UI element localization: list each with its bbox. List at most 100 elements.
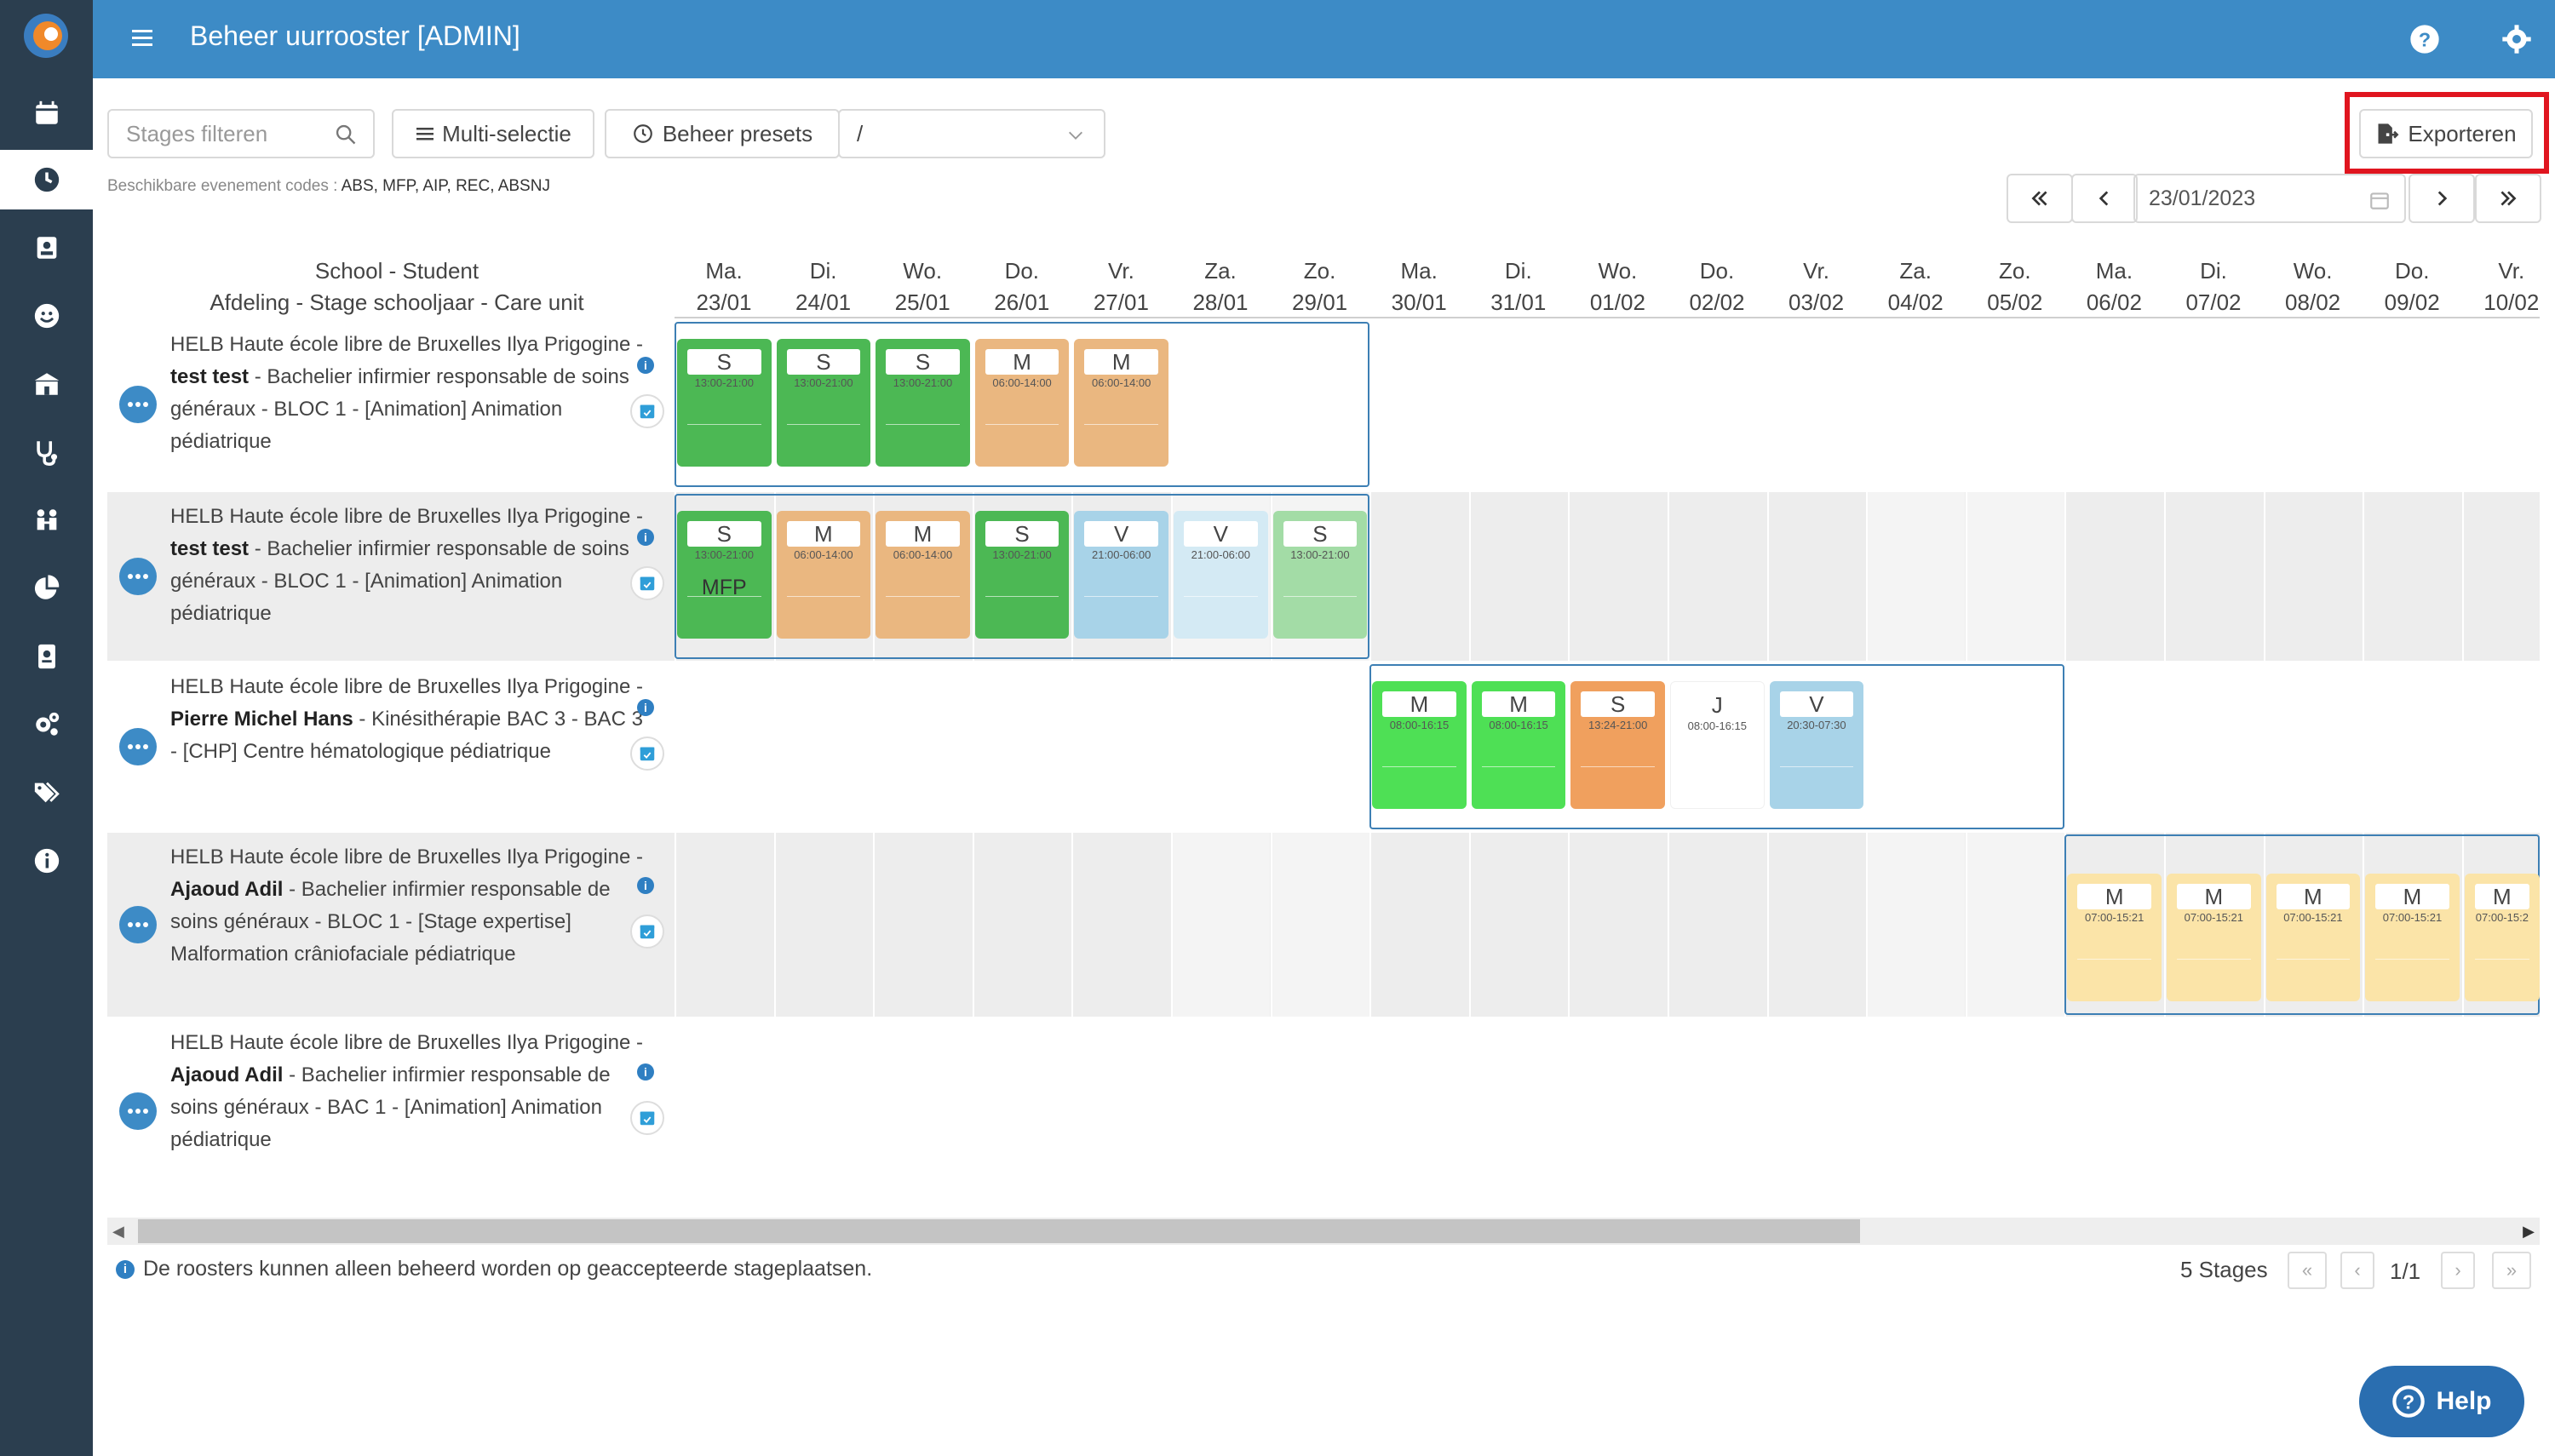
row-actions-button[interactable] bbox=[119, 728, 157, 765]
shift-cell[interactable]: V 21:00-06:00 bbox=[1174, 511, 1268, 639]
calendar-check-icon bbox=[640, 1111, 655, 1126]
day-header: Za. 04/02 bbox=[1866, 255, 1965, 318]
sidebar-item-schools[interactable] bbox=[0, 354, 93, 414]
help-button[interactable]: ? Help bbox=[2359, 1366, 2524, 1437]
day-header: Wo. 08/02 bbox=[2264, 255, 2363, 318]
shift-cell[interactable]: V 20:30-07:30 bbox=[1769, 681, 1864, 809]
row-info-icon[interactable]: i bbox=[637, 699, 654, 716]
shift-cell[interactable]: M 07:00-15:21 bbox=[2167, 874, 2261, 1001]
chevron-right-icon: › bbox=[2455, 1259, 2461, 1281]
last-page-button[interactable]: » bbox=[2492, 1252, 2531, 1289]
sidebar-item-tags[interactable] bbox=[0, 763, 93, 823]
chevron-down-icon bbox=[1069, 131, 1082, 140]
multi-select-button[interactable]: Multi-selectie bbox=[392, 109, 594, 158]
shift-cell[interactable]: M 08:00-16:15 bbox=[1372, 681, 1467, 809]
shift-cell[interactable]: V 21:00-06:00 bbox=[1074, 511, 1168, 639]
sidebar-item-settings[interactable] bbox=[0, 695, 93, 754]
date-field[interactable]: 23/01/2023 bbox=[2133, 174, 2406, 223]
shift-cell[interactable]: M 07:00-15:2 bbox=[2464, 874, 2540, 1001]
row-info-icon[interactable]: i bbox=[637, 357, 654, 374]
row-separator: - bbox=[249, 365, 267, 388]
shift-time: 07:00-15:21 bbox=[2084, 911, 2144, 924]
shift-cell[interactable]: M 07:00-15:21 bbox=[2067, 874, 2162, 1001]
scroll-left-arrow-icon[interactable]: ◀ bbox=[112, 1223, 124, 1241]
row-calendar-button[interactable] bbox=[630, 914, 664, 949]
sidebar-item-info[interactable] bbox=[0, 831, 93, 891]
shift-cell[interactable]: S 13:00-21:00 MFP bbox=[677, 511, 772, 639]
column-divider bbox=[1866, 492, 1869, 661]
row-info-icon[interactable]: i bbox=[637, 529, 654, 546]
shift-cell[interactable]: M 06:00-14:00 bbox=[1074, 339, 1168, 467]
sidebar-item-schedule[interactable] bbox=[0, 150, 93, 209]
shift-cell[interactable]: M 06:00-14:00 bbox=[776, 511, 871, 639]
sidebar-item-care[interactable] bbox=[0, 422, 93, 482]
shift-cell[interactable]: M 06:00-14:00 bbox=[876, 511, 970, 639]
pie-chart-icon bbox=[34, 575, 59, 599]
row-info-icon[interactable]: i bbox=[637, 1063, 654, 1081]
shift-cell[interactable]: S 13:00-21:00 bbox=[677, 339, 772, 467]
column-divider bbox=[1468, 833, 1471, 1017]
shift-cell[interactable]: S 13:00-21:00 bbox=[974, 511, 1070, 639]
row-calendar-button[interactable] bbox=[630, 1101, 664, 1135]
shift-cell[interactable]: J 08:00-16:15 bbox=[1670, 681, 1765, 809]
sidebar-item-reports[interactable] bbox=[0, 559, 93, 618]
shift-cell[interactable]: M 06:00-14:00 bbox=[974, 339, 1070, 467]
sidebar-item-calendar[interactable] bbox=[0, 83, 93, 143]
row-actions-button[interactable] bbox=[119, 906, 157, 943]
column-divider bbox=[2064, 492, 2067, 661]
row-actions-button[interactable] bbox=[119, 386, 157, 423]
shift-cell[interactable]: S 13:00-21:00 bbox=[876, 339, 970, 467]
gear-icon[interactable] bbox=[2500, 22, 2534, 56]
next-page-button[interactable]: › bbox=[2441, 1252, 2475, 1289]
row-calendar-button[interactable] bbox=[630, 737, 664, 771]
shift-cell[interactable]: S 13:00-21:00 bbox=[776, 339, 871, 467]
first-page-button[interactable]: « bbox=[2288, 1252, 2327, 1289]
shift-divider bbox=[2375, 959, 2449, 960]
help-icon[interactable]: ? bbox=[2408, 22, 2442, 56]
row-student: Ajaoud Adil bbox=[170, 878, 284, 901]
shift-cell[interactable]: S 13:00-21:00 bbox=[1272, 511, 1368, 639]
first-week-button[interactable] bbox=[2007, 174, 2073, 223]
shift-cell[interactable]: M 07:00-15:21 bbox=[2365, 874, 2460, 1001]
row-actions-button[interactable] bbox=[119, 1092, 157, 1130]
shift-time: 06:00-14:00 bbox=[893, 548, 953, 561]
column-divider bbox=[2263, 492, 2265, 661]
shift-time: 08:00-16:15 bbox=[1489, 719, 1548, 731]
shift-cell[interactable]: M 07:00-15:21 bbox=[2265, 874, 2361, 1001]
sidebar-item-contacts[interactable] bbox=[0, 627, 93, 686]
more-dots-icon bbox=[128, 402, 148, 407]
app-logo-icon[interactable] bbox=[22, 12, 70, 60]
stage-filter-input[interactable] bbox=[126, 120, 330, 147]
sidebar-item-mentors[interactable] bbox=[0, 490, 93, 550]
row-info-icon[interactable]: i bbox=[637, 877, 654, 894]
row-actions-button[interactable] bbox=[119, 558, 157, 595]
day-header: Ma. 23/01 bbox=[675, 255, 773, 318]
last-week-button[interactable] bbox=[2475, 174, 2541, 223]
row-calendar-button[interactable] bbox=[630, 394, 664, 428]
row-separator: - bbox=[630, 505, 643, 528]
row-separator: - bbox=[283, 1063, 301, 1086]
day-of-week: Zo. bbox=[1303, 258, 1336, 284]
info-icon: i bbox=[116, 1259, 135, 1279]
sidebar-item-students[interactable] bbox=[0, 218, 93, 278]
student-icon bbox=[37, 237, 56, 259]
shift-time: 21:00-06:00 bbox=[1191, 548, 1250, 561]
prev-page-button[interactable]: ‹ bbox=[2340, 1252, 2374, 1289]
row-separator: - bbox=[630, 333, 643, 356]
prev-week-button[interactable] bbox=[2071, 174, 2138, 223]
school-icon bbox=[34, 373, 59, 395]
shift-time: 13:00-21:00 bbox=[694, 548, 754, 561]
export-button[interactable]: Exporteren bbox=[2359, 109, 2533, 158]
row-calendar-button[interactable] bbox=[630, 566, 664, 600]
scrollbar-thumb[interactable] bbox=[138, 1219, 1860, 1243]
preset-select[interactable]: / bbox=[838, 109, 1105, 158]
sidebar-item-feedback[interactable] bbox=[0, 286, 93, 346]
hamburger-menu-icon[interactable] bbox=[130, 23, 156, 54]
next-week-button[interactable] bbox=[2409, 174, 2475, 223]
shift-cell[interactable]: M 08:00-16:15 bbox=[1471, 681, 1566, 809]
manage-presets-button[interactable]: Beheer presets bbox=[605, 109, 840, 158]
scroll-right-arrow-icon[interactable]: ▶ bbox=[2523, 1223, 2535, 1241]
horizontal-scrollbar[interactable]: ◀ ▶ bbox=[107, 1218, 2540, 1245]
clock-icon bbox=[34, 167, 59, 192]
shift-cell[interactable]: S 13:24-21:00 bbox=[1570, 681, 1665, 809]
